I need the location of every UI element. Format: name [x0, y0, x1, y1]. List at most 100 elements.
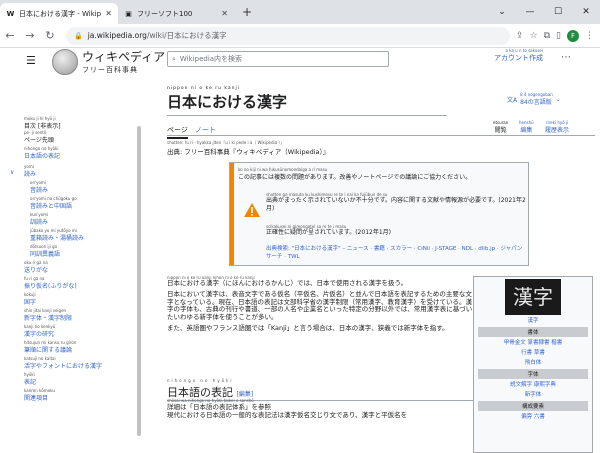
new-tab-button[interactable]: + — [242, 5, 252, 19]
toc-item-yomi[interactable]: yomi 読み — [24, 164, 36, 178]
translate-icon: 文A — [507, 96, 518, 104]
search-placeholder: Wikipedia内を検索 — [179, 55, 243, 63]
lock-icon[interactable]: 🔒 — [74, 32, 83, 40]
infobox-value[interactable]: 説文解字 康煕字典 — [474, 379, 592, 389]
url-domain: ja.wikipedia.org — [87, 31, 147, 40]
wikipedia-favicon-icon: W — [6, 9, 15, 18]
section-body: shōsai wa nihongo no hyōki taikei o sans… — [167, 399, 473, 420]
logo-subtitle: フリー百科事典 — [82, 66, 138, 74]
menu-kebab-icon[interactable]: ⋮ — [585, 31, 594, 41]
lang-ruby: 8 4 nogengoban — [520, 92, 553, 97]
infobox-header-jitai: 字体 — [478, 369, 588, 379]
logo-title: ウィキペディア — [82, 50, 166, 64]
section-edit-link[interactable]: [編集] — [237, 391, 254, 398]
article-content: nippon ni o ke ru kanji 日本における漢字 文A 8 4 … — [167, 86, 595, 453]
infobox-value[interactable]: 行書 草書 — [474, 347, 592, 357]
kanji-calligraphy-image[interactable]: 漢字 — [505, 279, 561, 315]
section-ruby: nihongo no hyōki — [167, 378, 234, 383]
notice-multiple-issues: ko no kiji ni wa fukusūnomondaiga a ri m… — [238, 167, 472, 181]
toc-item-dokun[interactable]: dōtsuon iji go 同訓異義語 — [30, 244, 60, 258]
wikipedia-page: ☰ ウィキペディア フリー百科事典 ⌕ Wikipedia内を検索 a ka u… — [0, 48, 600, 453]
share-icon[interactable]: ⇪ — [516, 31, 524, 41]
tab-read[interactable]: etsuran 閲覧 — [493, 120, 508, 134]
account-ruby: a ka u n to sakusei — [505, 48, 543, 53]
table-of-contents: moku ji hi hyō ji 目次 [非表示] pe- ji sentō ペー… — [0, 116, 150, 453]
create-account-link[interactable]: a ka u n to sakusei アカウント作成 ⋯ — [494, 48, 571, 63]
side-panel-icon[interactable]: ▯ — [556, 31, 561, 41]
reload-icon[interactable]: ↻ — [40, 29, 60, 42]
infobox-caption[interactable]: 漢字 — [474, 315, 592, 325]
window-controls: ⌄ — ☐ ✕ — [488, 0, 600, 24]
more-options-icon[interactable]: ⋯ — [561, 52, 571, 63]
infobox-value[interactable]: 偏旁 六書 — [474, 411, 592, 421]
back-icon[interactable]: ← — [0, 29, 20, 42]
toc-item-okurigana[interactable]: oku ri ga na 送りがな — [24, 260, 48, 274]
see-also-note: 詳細は「日本語の表記体系」を参照 — [167, 403, 271, 411]
scrollbar-thumb[interactable] — [137, 126, 141, 436]
toc-scrollbar[interactable] — [136, 126, 142, 453]
extensions-icon[interactable]: ⧉ — [544, 31, 550, 41]
account-label: アカウント作成 — [494, 54, 543, 62]
address-bar[interactable]: 🔒 ja.wikipedia.org /wiki/日本における漢字 — [66, 26, 510, 45]
toc-item-katsuji[interactable]: katsuji no kaitai 活字やフォントにおける漢字 — [24, 356, 102, 370]
search-input[interactable]: ⌕ Wikipedia内を検索 — [167, 51, 389, 67]
browser-tab-strip: W 日本における漢字 - Wikipedia ✕ ▣ フリーソフト100 ✕ +… — [0, 0, 600, 24]
toc-item-furigana[interactable]: fu ri ga na 振り仮名(ふりがな) — [24, 276, 77, 290]
infobox-header-kosei: 構成要素 — [478, 401, 588, 411]
toc-item-kenkyu[interactable]: kanji no kenkyū 漢字の研究 — [24, 324, 55, 338]
source-search-links[interactable]: 出典検索: "日本における漢字" – ニュース · 書籍 · スカラー · Ci… — [266, 245, 526, 261]
tab-talk[interactable]: ノート — [195, 125, 216, 135]
hamburger-menu-icon[interactable]: ☰ — [26, 54, 36, 67]
page-tabs: ページ ノート etsuran 閲覧 henshū 編集 rireki hyō ji… — [167, 120, 595, 139]
lead-paragraph: 日本における漢字（にほんにおけるかんじ）では、日本で使用される漢字を扱う。 — [167, 279, 408, 287]
toc-header: moku ji hi hyō ji 目次 [非表示] — [24, 116, 61, 130]
toc-item-hyoki[interactable]: nihongo no hyōki 日本語の表記 — [24, 146, 60, 160]
tab-history[interactable]: rireki hyō ji 履歴表示 — [545, 120, 569, 134]
infobox-value[interactable]: 飛白体 — [474, 357, 592, 367]
tab-title: フリーソフト100 — [137, 9, 193, 18]
minimize-icon[interactable]: — — [516, 7, 544, 17]
toc-item-hyoki2[interactable]: hyōki 表記 — [24, 372, 36, 386]
close-tab-icon[interactable]: ✕ — [221, 9, 228, 18]
toc-item-top[interactable]: pe- ji sentō ページ先頭 — [24, 130, 54, 144]
url-path: /wiki/日本における漢字 — [146, 31, 227, 40]
section-paragraph: 現代における日本語の一般的な表記法は漢字仮名交じり文であり、漢字と平仮名を — [167, 411, 408, 419]
tab-wikipedia[interactable]: W 日本における漢字 - Wikipedia ✕ — [0, 3, 118, 24]
body-paragraph-2: また、英語圏やフランス語圏では「Kanji」と言う場合は、日本の漢字、狭義では新… — [167, 324, 449, 333]
toc-toggle-icon[interactable]: ∨ — [10, 169, 14, 176]
kanji-infobox: 漢字 漢字 書体 甲骨金文 篆書隸書 楷書 行書 草書 飛白体 字体 説文解字 … — [473, 276, 593, 453]
wikipedia-globe-icon — [52, 48, 78, 75]
infobox-value[interactable]: 新字体 — [474, 389, 592, 399]
tab-title: 日本における漢字 - Wikipedia — [19, 9, 102, 18]
warning-icon — [244, 203, 260, 217]
avatar[interactable]: F — [567, 29, 579, 42]
bookmark-star-icon[interactable]: ☆ — [530, 31, 538, 41]
chevron-down-icon: ⌄ — [555, 95, 561, 103]
source-line: shutten: fu ri - hyakka jiten「u i ki ped… — [167, 140, 330, 156]
close-tab-icon[interactable]: ✕ — [105, 9, 112, 18]
page-title: 日本における漢字 — [167, 91, 447, 116]
maintenance-notice: ko no kiji ni wa fukusūnomondaiga a ri m… — [229, 162, 529, 266]
notice-accuracy: scikakusei ni gimongatei sa re te i masu… — [266, 224, 391, 237]
toc-item-kokuji[interactable]: kokuji 国字 — [24, 292, 36, 306]
toc-item-kunyomi[interactable]: kun'yomi 訓読み — [30, 212, 48, 226]
tab-search-icon[interactable]: ⌄ — [488, 7, 516, 17]
tab-edit[interactable]: henshū 編集 — [519, 120, 534, 134]
wikipedia-logo[interactable]: ウィキペディア フリー百科事典 — [52, 48, 165, 75]
toc-item-shinjitai[interactable]: shin jitai kanji seigen 新字体・漢字制限 — [24, 308, 72, 322]
tab-freesoft100[interactable]: ▣ フリーソフト100 ✕ — [118, 3, 234, 24]
maximize-icon[interactable]: ☐ — [544, 7, 572, 17]
toc-item-jubako[interactable]: jūbako yo mi yutōyo mi 重箱読み・湯桶読み — [30, 228, 84, 242]
forward-icon[interactable]: → — [20, 29, 40, 42]
toc-item-hitsujun[interactable]: hitsujun mi kansu ru giron 筆順に関する議論 — [24, 340, 76, 354]
toc-item-onyomi-chugoku[interactable]: on'yomi no chūgoku go 音読みと中国語 — [30, 196, 77, 210]
tab-page[interactable]: ページ — [167, 125, 188, 139]
close-window-icon[interactable]: ✕ — [572, 7, 600, 17]
toc-item-kanren[interactable]: kanren kōmoku 関連項目 — [24, 388, 55, 402]
infobox-value[interactable]: 甲骨金文 篆書隸書 楷書 — [474, 337, 592, 347]
lang-count: 84の言語版 — [520, 99, 552, 106]
freesoft-favicon-icon: ▣ — [125, 9, 132, 18]
language-button[interactable]: 文A 8 4 nogengoban 84の言語版 ⌄ — [507, 92, 561, 106]
body-paragraph-1: 日本において漢字は、表音文字である仮名（平仮名、片仮名）と並んで日本語を表記する… — [167, 290, 473, 321]
toc-item-onyomi[interactable]: on'yomi 音読み — [30, 180, 48, 194]
